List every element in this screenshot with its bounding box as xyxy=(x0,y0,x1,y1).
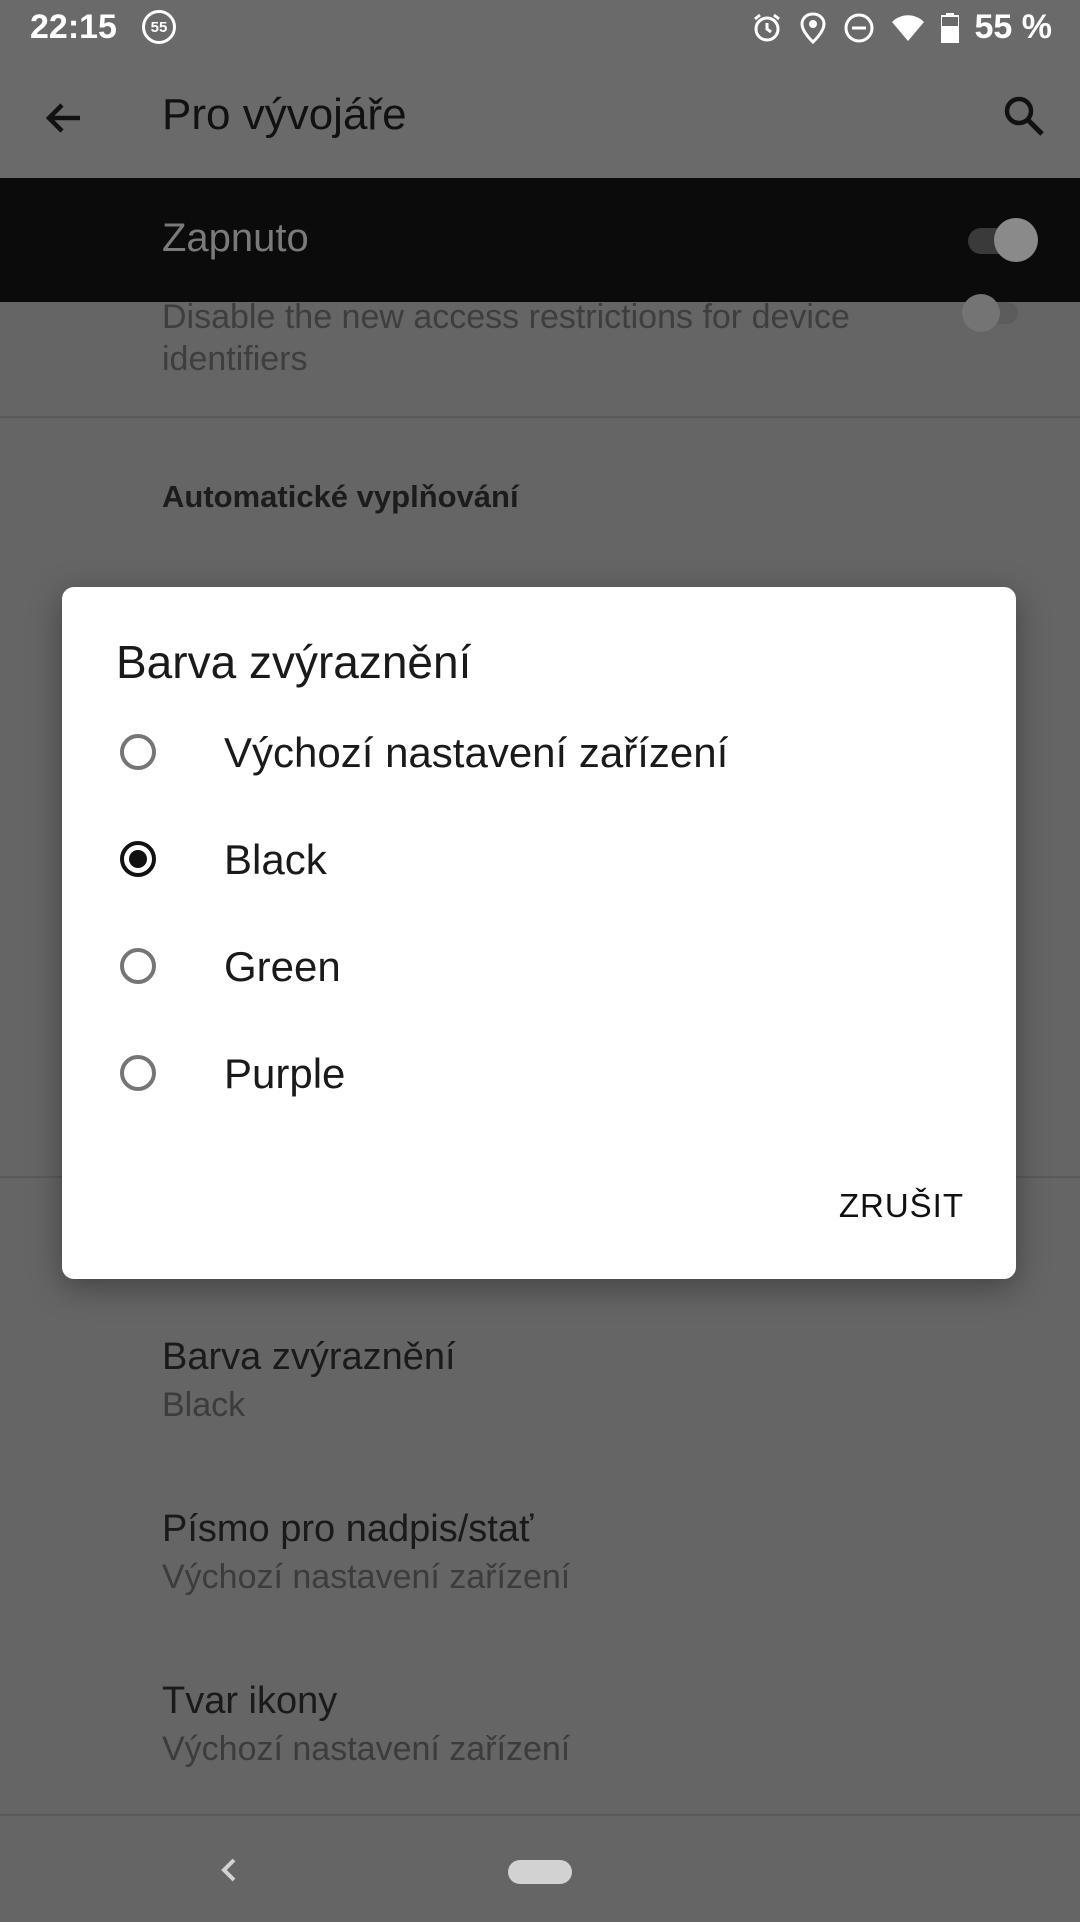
restrictions-description: Disable the new access restrictions for … xyxy=(162,296,850,380)
search-icon[interactable] xyxy=(1000,92,1048,140)
location-icon xyxy=(799,11,826,44)
radio-option-device-default[interactable]: Výchozí nastavení zařízení xyxy=(62,701,1016,808)
battery-icon xyxy=(940,12,959,43)
radio-option-green[interactable]: Green xyxy=(62,915,1016,1022)
notification-badge-icon: 55 xyxy=(142,10,176,44)
status-icons: 55 % xyxy=(751,8,1053,47)
divider xyxy=(0,416,1080,418)
app-bar: Pro vývojáře xyxy=(0,56,1080,178)
status-time: 22:15 xyxy=(30,8,117,46)
section-header-autofill: Automatické vyplňování xyxy=(162,479,519,514)
do-not-disturb-icon xyxy=(844,13,873,42)
option-label: Výchozí nastavení zařízení xyxy=(224,729,729,776)
option-label: Purple xyxy=(224,1050,346,1097)
restrictions-line-1: Disable the new access restrictions for … xyxy=(162,298,850,336)
font-value: Výchozí nastavení zařízení xyxy=(162,1558,571,1596)
restrictions-line-2: identifiers xyxy=(162,340,308,378)
navigation-bar xyxy=(0,1814,1080,1922)
radio-unchecked-icon[interactable] xyxy=(120,1055,156,1091)
font-item[interactable]: Písmo pro nadpis/stať Výchozí nastavení … xyxy=(162,1508,570,1598)
radio-unchecked-icon[interactable] xyxy=(120,734,156,770)
status-bar: 22:15 55 55 % xyxy=(0,0,1080,56)
back-arrow-icon[interactable] xyxy=(40,94,88,142)
icon-shape-title: Tvar ikony xyxy=(162,1680,338,1722)
developer-options-label: Zapnuto xyxy=(162,216,309,260)
radio-unchecked-icon[interactable] xyxy=(120,948,156,984)
wifi-icon xyxy=(891,14,924,41)
radio-option-black[interactable]: Black xyxy=(62,808,1016,915)
page-title: Pro vývojáře xyxy=(162,90,407,139)
dialog-title: Barva zvýraznění xyxy=(116,636,472,688)
option-label: Green xyxy=(224,943,341,990)
radio-option-purple[interactable]: Purple xyxy=(62,1022,1016,1129)
nav-back-icon[interactable] xyxy=(214,1852,244,1888)
alarm-icon xyxy=(753,13,780,41)
developer-options-toggle-row[interactable]: Zapnuto xyxy=(0,178,1080,302)
battery-percentage: 55 % xyxy=(974,8,1053,46)
radio-checked-icon[interactable] xyxy=(120,841,156,877)
switch-thumb xyxy=(994,218,1038,262)
cancel-button[interactable]: ZRUŠIT xyxy=(839,1187,964,1225)
accent-color-dialog: Barva zvýraznění Výchozí nastavení zaříz… xyxy=(62,587,1016,1279)
switch-thumb xyxy=(962,294,1000,332)
developer-options-switch[interactable] xyxy=(962,218,1038,262)
icon-shape-value: Výchozí nastavení zařízení xyxy=(162,1730,571,1768)
option-label: Black xyxy=(224,836,327,883)
font-title: Písmo pro nadpis/stať xyxy=(162,1508,534,1550)
radio-option-device-default[interactable] xyxy=(62,1301,1016,1408)
home-pill-button[interactable] xyxy=(508,1860,572,1884)
icon-shape-item[interactable]: Tvar ikony Výchozí nastavení zařízení xyxy=(162,1680,570,1770)
restrictions-switch[interactable] xyxy=(962,292,1022,332)
